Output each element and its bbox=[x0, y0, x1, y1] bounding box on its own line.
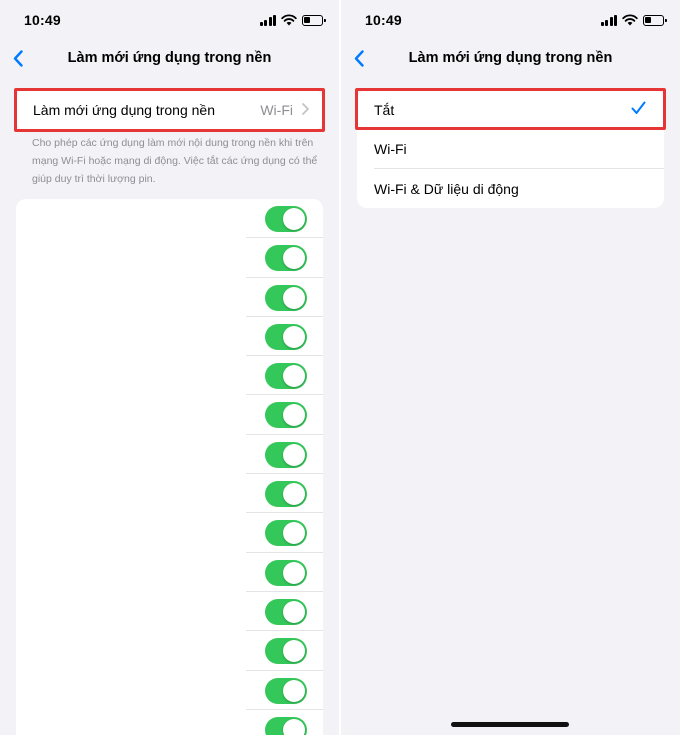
option-label: Tắt bbox=[374, 102, 395, 118]
toggle-row bbox=[16, 710, 323, 735]
toggle-knob bbox=[283, 286, 305, 309]
toggle-knob bbox=[283, 443, 305, 466]
left-screen: 10:49 Làm mới ứng dụng trong nền Làm mới… bbox=[0, 0, 339, 735]
toggle-knob bbox=[283, 365, 305, 388]
option-label: Wi-Fi bbox=[374, 141, 407, 158]
toggle-row bbox=[16, 631, 323, 671]
toggle-knob bbox=[283, 718, 305, 735]
app-refresh-toggle[interactable] bbox=[265, 363, 307, 390]
app-refresh-toggle[interactable] bbox=[265, 520, 307, 547]
option-row[interactable]: Wi-Fi bbox=[357, 129, 664, 169]
nav-title: Làm mới ứng dụng trong nền bbox=[67, 50, 272, 66]
status-bar: 10:49 bbox=[341, 0, 680, 40]
app-refresh-toggle[interactable] bbox=[265, 441, 307, 468]
toggle-row bbox=[16, 356, 323, 396]
chevron-right-icon bbox=[302, 103, 309, 115]
toggle-row bbox=[16, 553, 323, 592]
right-screen: 10:49 Làm mới ứng dụng trong nền Tắt Wi-F… bbox=[341, 0, 680, 735]
toggle-knob bbox=[283, 208, 305, 230]
app-refresh-toggle[interactable] bbox=[265, 677, 307, 704]
nav-bar: Làm mới ứng dụng trong nền bbox=[341, 40, 680, 76]
app-refresh-toggle[interactable] bbox=[265, 206, 307, 232]
toggle-row bbox=[16, 199, 323, 239]
toggle-row bbox=[16, 395, 323, 435]
toggle-knob bbox=[283, 561, 305, 584]
app-refresh-toggle[interactable] bbox=[265, 245, 307, 272]
background-refresh-row[interactable]: Làm mới ứng dụng trong nền Wi-Fi bbox=[16, 90, 323, 130]
toggle-row bbox=[16, 317, 323, 357]
home-indicator bbox=[451, 722, 569, 727]
signal-icon bbox=[259, 14, 276, 26]
toggle-knob bbox=[283, 483, 305, 506]
toggle-row bbox=[16, 435, 323, 475]
app-refresh-toggle[interactable] bbox=[265, 284, 307, 311]
toggle-row bbox=[16, 592, 323, 632]
toggle-knob bbox=[283, 325, 305, 348]
option-label: Wi-Fi & Dữ liệu di động bbox=[374, 180, 519, 197]
setting-value: Wi-Fi bbox=[260, 102, 293, 118]
option-row[interactable]: Wi-Fi & Dữ liệu di động bbox=[357, 169, 664, 208]
toggle-row bbox=[16, 278, 323, 317]
app-refresh-toggle[interactable] bbox=[265, 481, 307, 508]
nav-bar: Làm mới ứng dụng trong nền bbox=[0, 40, 339, 76]
app-refresh-toggle[interactable] bbox=[265, 598, 307, 625]
toggle-knob bbox=[283, 640, 305, 663]
checkmark-icon bbox=[631, 101, 646, 114]
refresh-options-list: Tắt Wi-Fi Wi-Fi & Dữ liệu di động bbox=[357, 90, 664, 208]
app-refresh-toggle[interactable] bbox=[265, 402, 307, 429]
battery-icon bbox=[643, 14, 667, 26]
app-refresh-toggle[interactable] bbox=[265, 638, 307, 665]
toggle-row bbox=[16, 671, 323, 710]
toggle-knob bbox=[283, 522, 305, 545]
toggle-row bbox=[16, 474, 323, 514]
battery-icon bbox=[302, 14, 326, 26]
toggle-row bbox=[16, 513, 323, 553]
wifi-icon bbox=[281, 14, 297, 26]
app-refresh-toggle[interactable] bbox=[265, 716, 307, 735]
app-toggle-list bbox=[16, 199, 323, 735]
app-refresh-toggle[interactable] bbox=[265, 323, 307, 350]
status-bar: 10:49 bbox=[0, 0, 339, 40]
toggle-row bbox=[16, 238, 323, 278]
toggle-knob bbox=[283, 247, 305, 270]
wifi-icon bbox=[622, 14, 638, 26]
option-row[interactable]: Tắt bbox=[357, 90, 664, 130]
nav-title: Làm mới ứng dụng trong nền bbox=[408, 50, 613, 66]
setting-label: Làm mới ứng dụng trong nền bbox=[33, 102, 215, 118]
status-icons bbox=[259, 13, 326, 27]
toggle-knob bbox=[283, 600, 305, 623]
signal-icon bbox=[600, 14, 617, 26]
app-refresh-toggle[interactable] bbox=[265, 559, 307, 586]
toggle-knob bbox=[283, 679, 305, 702]
status-icons bbox=[600, 13, 667, 27]
status-time: 10:49 bbox=[24, 12, 61, 28]
toggle-knob bbox=[283, 404, 305, 427]
footnote: Cho phép các ứng dụng làm mới nội dung t… bbox=[32, 137, 318, 185]
status-time: 10:49 bbox=[365, 12, 402, 28]
